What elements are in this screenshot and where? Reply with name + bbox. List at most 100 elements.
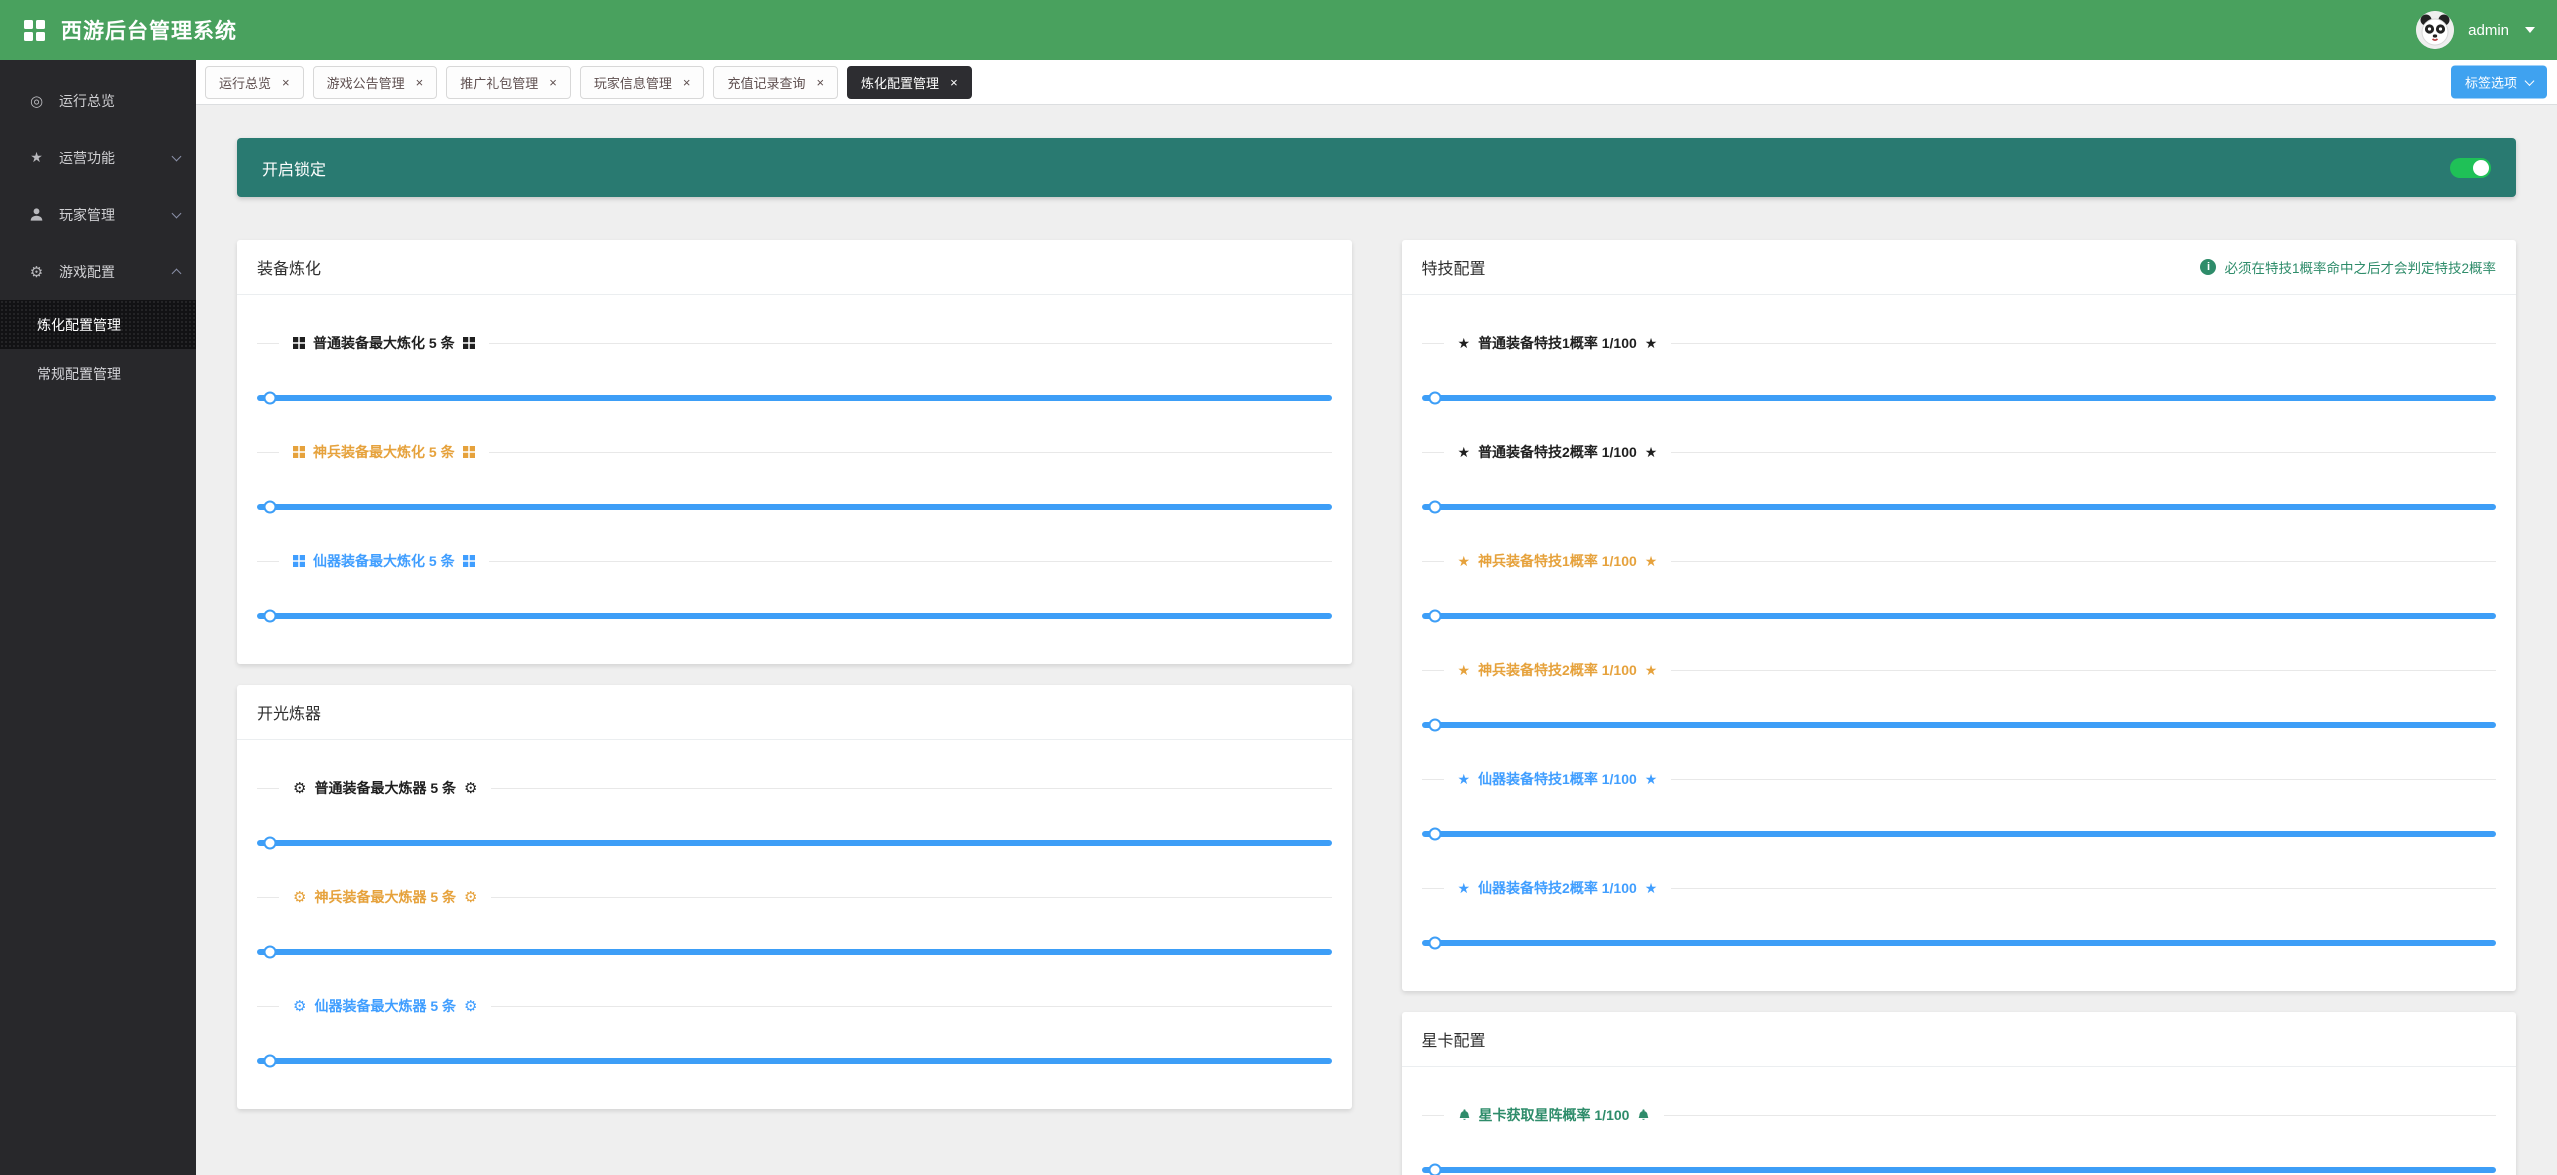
tab-overview[interactable]: 运行总览 × — [205, 65, 304, 99]
card-note: i 必须在特技1概率命中之后才会判定特技2概率 — [2200, 257, 2496, 277]
slider-label: 普通装备特技1概率 1/100 — [1478, 335, 1637, 351]
slider-normal-skill2-rate[interactable] — [1421, 500, 2496, 514]
content-scroll-area[interactable]: 开启锁定 装备炼化 i 普通装备最大炼化 5 条 — [196, 105, 2557, 1175]
gear-icon: ⚙ — [464, 779, 478, 797]
tab-options-button[interactable]: 标签选项 — [2450, 65, 2547, 99]
slider-xianqi-skill2-rate[interactable] — [1421, 936, 2496, 950]
slider-label: 星卡获取星阵概率 1/100 — [1478, 1107, 1630, 1123]
slider-label-divider: ★ 神兵装备特技1概率 1/100 ★ — [1421, 551, 2497, 571]
sidebar-item-game-config[interactable]: ⚙ 游戏配置 — [0, 243, 196, 300]
tab-close-icon[interactable]: × — [549, 76, 557, 89]
tab-close-icon[interactable]: × — [683, 76, 691, 89]
slider-handle[interactable] — [263, 609, 277, 623]
slider-shenbing-skill1-rate[interactable] — [1421, 609, 2496, 623]
slider-normal-skill1-rate[interactable] — [1421, 391, 2496, 405]
slider-label-divider: 星卡获取星阵概率 1/100 — [1421, 1105, 2497, 1125]
tab-label: 炼化配置管理 — [861, 75, 940, 91]
sidebar-item-label: 运营功能 — [59, 149, 115, 166]
slider-handle[interactable] — [1428, 718, 1441, 732]
sidebar-subitem-general-config[interactable]: 常规配置管理 — [0, 349, 196, 398]
chevron-up-icon — [171, 268, 182, 279]
tab-close-icon[interactable]: × — [816, 76, 824, 89]
slider-xianqi-skill1-rate[interactable] — [1421, 827, 2496, 841]
card-body: 星卡获取星阵概率 1/100 — [1402, 1067, 2517, 1175]
tab-refine-config[interactable]: 炼化配置管理 × — [847, 65, 972, 99]
app-header: 西游后台管理系统 admin — [0, 0, 2557, 60]
slider-handle[interactable] — [263, 836, 277, 850]
sidebar-item-label: 玩家管理 — [59, 206, 115, 223]
chevron-down-icon — [2524, 76, 2535, 86]
star-icon: ★ — [1457, 662, 1471, 678]
lock-toggle[interactable] — [2450, 157, 2491, 178]
slider-xianqi-max-refine[interactable] — [257, 609, 1332, 623]
slider-normal-max-refine[interactable] — [257, 391, 1332, 405]
slider-group-shenbing-max-refine: 神兵装备最大炼化 5 条 — [257, 442, 1332, 514]
slider-handle[interactable] — [263, 500, 277, 514]
slider-track — [1421, 1163, 2496, 1175]
tab-label: 玩家信息管理 — [593, 75, 672, 91]
tab-close-icon[interactable]: × — [282, 76, 290, 89]
left-column: 装备炼化 i 普通装备最大炼化 5 条 神兵装备最大炼化 5 条 — [237, 240, 1352, 1130]
star-icon: ★ — [1457, 335, 1471, 351]
tab-close-icon[interactable]: × — [416, 76, 424, 89]
star-icon: ★ — [1457, 771, 1471, 787]
slider-handle[interactable] — [1428, 936, 1441, 950]
slider-normal-max-lianqi[interactable] — [257, 836, 1332, 850]
chevron-down-icon — [2525, 27, 2535, 33]
tab-game-announcements[interactable]: 游戏公告管理 × — [312, 65, 438, 99]
tab-player-info[interactable]: 玩家信息管理 × — [579, 65, 705, 99]
card-columns: 装备炼化 i 普通装备最大炼化 5 条 神兵装备最大炼化 5 条 — [237, 240, 2516, 1175]
slider-label: 仙器装备特技1概率 1/100 — [1478, 771, 1637, 787]
slider-label-divider: ⚙ 神兵装备最大炼器 5 条 ⚙ — [257, 887, 1332, 907]
gear-icon: ⚙ — [464, 888, 478, 906]
tab-promo-packs[interactable]: 推广礼包管理 × — [446, 65, 571, 99]
slider-handle[interactable] — [1428, 500, 1441, 514]
th-large-icon — [293, 555, 305, 567]
logo-grid-icon — [24, 19, 45, 41]
bell-icon — [1637, 1108, 1650, 1122]
card-title: 装备炼化 — [257, 261, 322, 278]
slider-group-xianqi-max-refine: 仙器装备最大炼化 5 条 — [257, 551, 1332, 623]
th-large-icon — [293, 337, 305, 349]
tab-recharge-records[interactable]: 充值记录查询 × — [713, 65, 839, 99]
slider-label-divider: ⚙ 仙器装备最大炼器 5 条 ⚙ — [257, 996, 1332, 1016]
slider-group-normal-skill2-rate: ★ 普通装备特技2概率 1/100 ★ — [1421, 442, 2497, 514]
slider-track — [257, 945, 1332, 959]
card-body: ★ 普通装备特技1概率 1/100 ★ ★ 普通装备特技2概率 1/100 ★ — [1402, 295, 2517, 991]
slider-group-star-card-matrix-rate: 星卡获取星阵概率 1/100 — [1421, 1105, 2497, 1175]
slider-shenbing-max-refine[interactable] — [257, 500, 1332, 514]
th-large-icon — [462, 446, 475, 458]
slider-xianqi-max-lianqi[interactable] — [257, 1054, 1332, 1068]
slider-track — [1421, 827, 2496, 841]
slider-label: 神兵装备最大炼化 5 条 — [313, 444, 455, 460]
star-icon: ★ — [1644, 553, 1658, 569]
sidebar-item-overview[interactable]: ◎ 运行总览 — [0, 72, 196, 129]
slider-track — [257, 1054, 1332, 1068]
slider-label-divider: ★ 仙器装备特技2概率 1/100 ★ — [1421, 878, 2497, 898]
sidebar-item-operations[interactable]: ★ 运营功能 — [0, 129, 196, 186]
card-kaiguang-refine: 开光炼器 i ⚙ 普通装备最大炼器 5 条 ⚙ ⚙ 神兵装备最大炼器 5 条 — [237, 685, 1352, 1109]
slider-handle[interactable] — [263, 391, 277, 405]
slider-handle[interactable] — [1428, 1163, 1441, 1175]
sidebar-item-player-management[interactable]: 玩家管理 — [0, 186, 196, 243]
slider-label-divider: ★ 普通装备特技2概率 1/100 ★ — [1421, 442, 2497, 462]
slider-group-normal-skill1-rate: ★ 普通装备特技1概率 1/100 ★ — [1421, 333, 2496, 405]
slider-shenbing-max-lianqi[interactable] — [257, 945, 1332, 959]
slider-handle[interactable] — [263, 945, 277, 959]
slider-handle[interactable] — [1428, 827, 1441, 841]
star-icon: ★ — [1644, 771, 1658, 787]
slider-handle[interactable] — [1428, 609, 1441, 623]
slider-group-xianqi-skill1-rate: ★ 仙器装备特技1概率 1/100 ★ — [1421, 769, 2496, 841]
slider-star-card-matrix-rate[interactable] — [1421, 1163, 2496, 1175]
bell-icon — [1458, 1108, 1471, 1122]
slider-handle[interactable] — [263, 1054, 277, 1068]
th-large-icon — [293, 446, 305, 458]
tab-close-icon[interactable]: × — [950, 76, 958, 89]
main-area: 运行总览 × 游戏公告管理 × 推广礼包管理 × 玩家信息管理 × 充值记录查询… — [196, 60, 2557, 1175]
slider-handle[interactable] — [1428, 391, 1441, 405]
user-menu[interactable]: admin — [2416, 11, 2535, 49]
card-body: ⚙ 普通装备最大炼器 5 条 ⚙ ⚙ 神兵装备最大炼器 5 条 ⚙ ⚙ 仙器装备… — [237, 740, 1352, 1109]
sidebar-subitem-refine-config[interactable]: 炼化配置管理 — [0, 300, 196, 349]
slider-shenbing-skill2-rate[interactable] — [1421, 718, 2496, 732]
tab-label: 游戏公告管理 — [326, 75, 405, 91]
